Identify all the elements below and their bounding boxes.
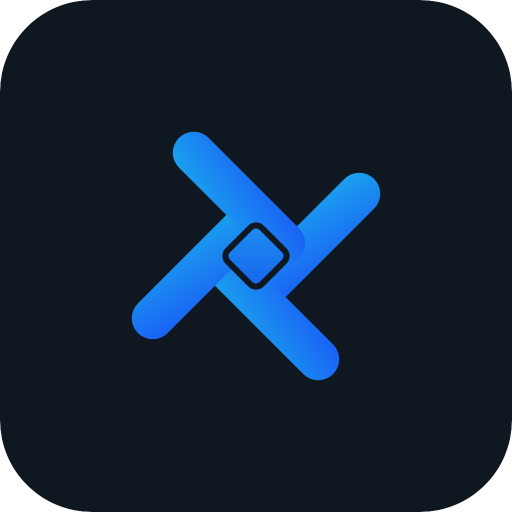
logo-icon [0,0,512,512]
app-icon[interactable] [0,0,512,512]
